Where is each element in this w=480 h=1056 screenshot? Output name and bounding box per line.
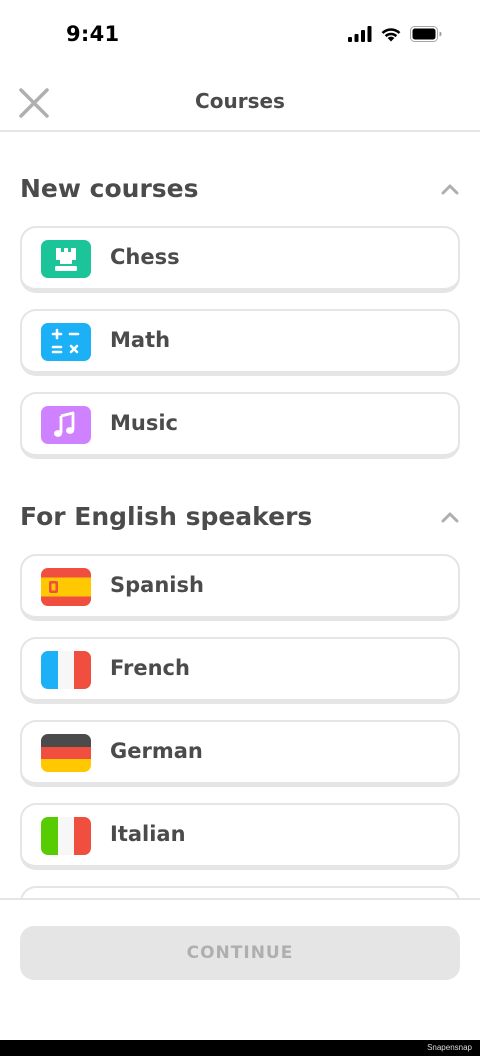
status-time: 9:41 [66, 22, 120, 46]
course-card-music[interactable]: Music [20, 392, 460, 459]
signal-icon [348, 26, 372, 42]
course-label: Math [110, 328, 171, 352]
germany-flag-icon [41, 734, 91, 772]
math-operators-icon [41, 323, 91, 361]
header: Courses [0, 70, 480, 132]
section-title: For English speakers [20, 502, 313, 531]
course-card-partial[interactable] [20, 886, 460, 898]
italy-flag-icon [41, 817, 91, 855]
course-card-math[interactable]: Math [20, 309, 460, 376]
section-title: New courses [20, 174, 199, 203]
status-icons [348, 26, 442, 42]
collapse-section-button[interactable] [440, 180, 460, 200]
section-header-english-speakers: For English speakers [20, 498, 460, 538]
collapse-section-button[interactable] [440, 508, 460, 528]
course-card-chess[interactable]: Chess [20, 226, 460, 293]
footer: CONTINUE [0, 898, 480, 1040]
chevron-up-icon [441, 512, 459, 523]
course-label: French [110, 656, 190, 680]
page-title: Courses [195, 89, 285, 113]
course-label: Italian [110, 822, 186, 846]
bottom-bar: Snapensnap [0, 1040, 480, 1056]
course-card-italian[interactable]: Italian [20, 803, 460, 870]
wifi-icon [381, 28, 401, 42]
france-flag-icon [41, 651, 91, 689]
spain-flag-icon [41, 568, 91, 606]
course-label: Music [110, 411, 178, 435]
course-card-spanish[interactable]: Spanish [20, 554, 460, 621]
course-card-german[interactable]: German [20, 720, 460, 787]
music-note-icon [41, 406, 91, 444]
battery-icon [410, 26, 442, 42]
continue-button[interactable]: CONTINUE [20, 926, 460, 980]
course-label: German [110, 739, 203, 763]
chevron-up-icon [441, 184, 459, 195]
watermark: Snapensnap [427, 1043, 472, 1052]
section-header-new-courses: New courses [20, 170, 460, 210]
course-card-french[interactable]: French [20, 637, 460, 704]
status-bar: 9:41 [0, 0, 480, 70]
course-label: Chess [110, 245, 180, 269]
course-label: Spanish [110, 573, 204, 597]
course-list[interactable]: New courses Chess Math Music For English… [0, 134, 480, 898]
chess-rook-icon [41, 240, 91, 278]
